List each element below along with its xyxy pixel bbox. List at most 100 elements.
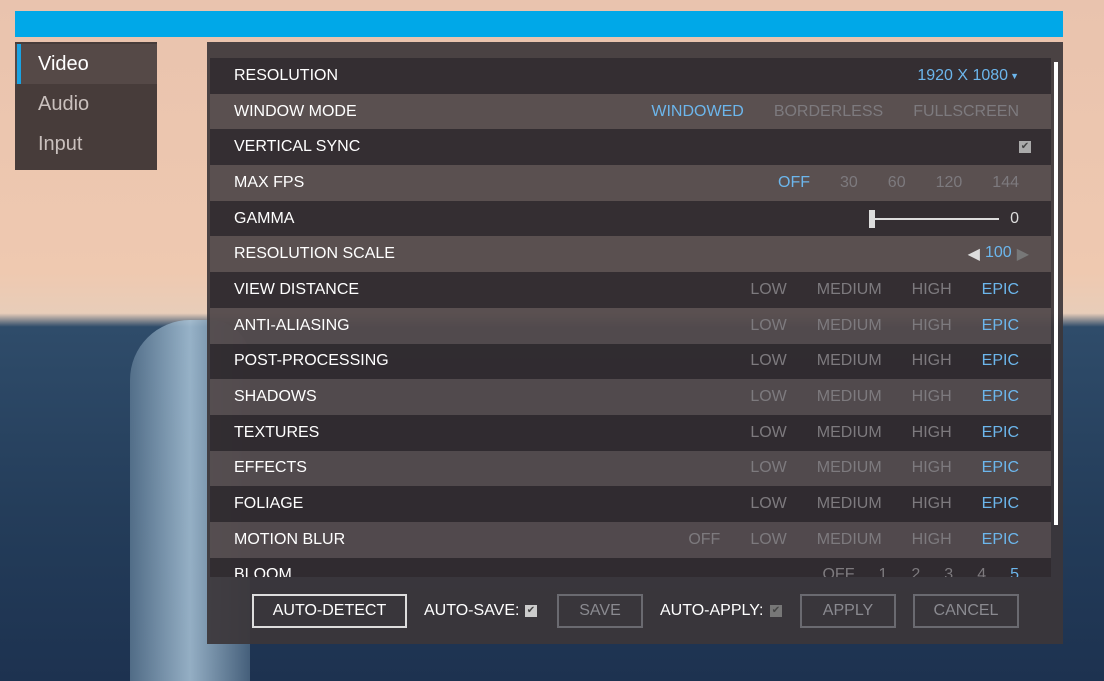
- arrow-left-icon[interactable]: ◀: [968, 244, 980, 264]
- option-1[interactable]: 1: [878, 566, 887, 577]
- setting-anti-aliasing: ANTI-ALIASING LOW MEDIUM HIGH EPIC: [210, 307, 1051, 344]
- option-medium[interactable]: MEDIUM: [817, 495, 882, 513]
- option-epic[interactable]: EPIC: [982, 495, 1019, 513]
- setting-label: MOTION BLUR: [234, 530, 346, 548]
- option-windowed[interactable]: WINDOWED: [651, 103, 743, 121]
- setting-label: VERTICAL SYNC: [234, 138, 361, 156]
- option-off[interactable]: OFF: [688, 531, 720, 549]
- option-epic[interactable]: EPIC: [982, 317, 1019, 335]
- option-epic[interactable]: EPIC: [982, 531, 1019, 549]
- option-5[interactable]: 5: [1010, 566, 1019, 577]
- quality-options: LOW MEDIUM HIGH EPIC: [750, 459, 1019, 477]
- quality-options: LOW MEDIUM HIGH EPIC: [750, 352, 1019, 370]
- setting-label: SHADOWS: [234, 388, 317, 406]
- setting-foliage: FOLIAGE LOW MEDIUM HIGH EPIC: [210, 486, 1051, 522]
- setting-textures: TEXTURES LOW MEDIUM HIGH EPIC: [210, 414, 1051, 451]
- setting-label: RESOLUTION SCALE: [234, 245, 395, 263]
- option-epic[interactable]: EPIC: [982, 388, 1019, 406]
- auto-detect-button[interactable]: AUTO-DETECT: [252, 594, 407, 628]
- setting-effects: EFFECTS LOW MEDIUM HIGH EPIC: [210, 450, 1051, 487]
- setting-post-processing: POST-PROCESSING LOW MEDIUM HIGH EPIC: [210, 343, 1051, 380]
- sidebar-item-input[interactable]: Input: [15, 124, 157, 164]
- option-60[interactable]: 60: [888, 174, 906, 192]
- auto-apply-label: AUTO-APPLY:: [660, 602, 764, 619]
- setting-bloom: BLOOM OFF 1 2 3 4 5: [210, 557, 1051, 577]
- quality-options: LOW MEDIUM HIGH EPIC: [750, 424, 1019, 442]
- option-2[interactable]: 2: [911, 566, 920, 577]
- option-fullscreen[interactable]: FULLSCREEN: [913, 103, 1019, 121]
- slider-handle[interactable]: [869, 209, 875, 228]
- option-epic[interactable]: EPIC: [982, 281, 1019, 299]
- option-high[interactable]: HIGH: [912, 531, 952, 549]
- option-off[interactable]: OFF: [822, 566, 854, 577]
- option-medium[interactable]: MEDIUM: [817, 424, 882, 442]
- option-high[interactable]: HIGH: [912, 424, 952, 442]
- quality-options: OFF LOW MEDIUM HIGH EPIC: [688, 531, 1019, 549]
- setting-label: GAMMA: [234, 209, 295, 227]
- option-medium[interactable]: MEDIUM: [817, 317, 882, 335]
- setting-gamma: GAMMA 0: [210, 200, 1051, 237]
- option-high[interactable]: HIGH: [912, 459, 952, 477]
- setting-max-fps: MAX FPS OFF 30 60 120 144: [210, 165, 1051, 201]
- option-epic[interactable]: EPIC: [982, 424, 1019, 442]
- option-medium[interactable]: MEDIUM: [817, 459, 882, 477]
- setting-resolution: RESOLUTION 1920 X 1080 ▼: [210, 58, 1051, 94]
- gamma-slider[interactable]: [869, 209, 999, 228]
- setting-label: FOLIAGE: [234, 495, 304, 513]
- quality-options: LOW MEDIUM HIGH EPIC: [750, 495, 1019, 513]
- sidebar-item-audio[interactable]: Audio: [15, 84, 157, 124]
- resolution-value: 1920 X 1080: [917, 66, 1009, 84]
- option-low[interactable]: LOW: [750, 352, 786, 370]
- option-medium[interactable]: MEDIUM: [817, 352, 882, 370]
- option-high[interactable]: HIGH: [912, 281, 952, 299]
- vsync-checkbox[interactable]: ✔: [1019, 141, 1031, 154]
- option-low[interactable]: LOW: [750, 281, 786, 299]
- option-30[interactable]: 30: [840, 174, 858, 192]
- auto-apply-checkbox[interactable]: ✔: [770, 605, 782, 617]
- option-3[interactable]: 3: [944, 566, 953, 577]
- apply-button[interactable]: APPLY: [800, 594, 896, 628]
- option-high[interactable]: HIGH: [912, 352, 952, 370]
- option-medium[interactable]: MEDIUM: [817, 388, 882, 406]
- setting-label: VIEW DISTANCE: [234, 280, 360, 298]
- setting-label: POST-PROCESSING: [234, 352, 389, 370]
- auto-save-checkbox[interactable]: ✔: [525, 605, 537, 617]
- auto-save-label: AUTO-SAVE:: [424, 602, 520, 619]
- setting-label: MAX FPS: [234, 173, 305, 191]
- footer-bar: AUTO-DETECT AUTO-SAVE: ✔ SAVE AUTO-APPLY…: [207, 577, 1063, 644]
- option-low[interactable]: LOW: [750, 495, 786, 513]
- setting-label: EFFECTS: [234, 459, 307, 477]
- sidebar-item-video[interactable]: Video: [15, 44, 157, 84]
- gamma-value: 0: [1010, 209, 1019, 227]
- option-medium[interactable]: MEDIUM: [817, 531, 882, 549]
- resolution-dropdown[interactable]: 1920 X 1080 ▼: [917, 67, 1019, 85]
- option-borderless[interactable]: BORDERLESS: [774, 103, 883, 121]
- cancel-button[interactable]: CANCEL: [913, 594, 1019, 628]
- setting-vertical-sync: VERTICAL SYNC ✔: [210, 129, 1051, 166]
- title-bar: [15, 11, 1063, 37]
- option-low[interactable]: LOW: [750, 459, 786, 477]
- save-button[interactable]: SAVE: [557, 594, 643, 628]
- option-off[interactable]: OFF: [778, 174, 810, 192]
- settings-list: RESOLUTION 1920 X 1080 ▼ WINDOW MODE WIND…: [210, 58, 1051, 577]
- option-epic[interactable]: EPIC: [982, 352, 1019, 370]
- setting-label: BLOOM: [234, 566, 292, 577]
- option-epic[interactable]: EPIC: [982, 459, 1019, 477]
- quality-options: LOW MEDIUM HIGH EPIC: [750, 388, 1019, 406]
- option-4[interactable]: 4: [977, 566, 986, 577]
- scrollbar[interactable]: [1054, 62, 1058, 525]
- option-low[interactable]: LOW: [750, 424, 786, 442]
- option-high[interactable]: HIGH: [912, 495, 952, 513]
- option-low[interactable]: LOW: [750, 531, 786, 549]
- option-high[interactable]: HIGH: [912, 317, 952, 335]
- option-high[interactable]: HIGH: [912, 388, 952, 406]
- option-low[interactable]: LOW: [750, 317, 786, 335]
- setting-label: ANTI-ALIASING: [234, 316, 350, 334]
- settings-panel: RESOLUTION 1920 X 1080 ▼ WINDOW MODE WIND…: [207, 42, 1063, 644]
- option-medium[interactable]: MEDIUM: [817, 281, 882, 299]
- setting-shadows: SHADOWS LOW MEDIUM HIGH EPIC: [210, 379, 1051, 415]
- option-low[interactable]: LOW: [750, 388, 786, 406]
- option-144[interactable]: 144: [992, 174, 1019, 192]
- arrow-right-icon[interactable]: ▶: [1017, 244, 1029, 264]
- option-120[interactable]: 120: [936, 174, 963, 192]
